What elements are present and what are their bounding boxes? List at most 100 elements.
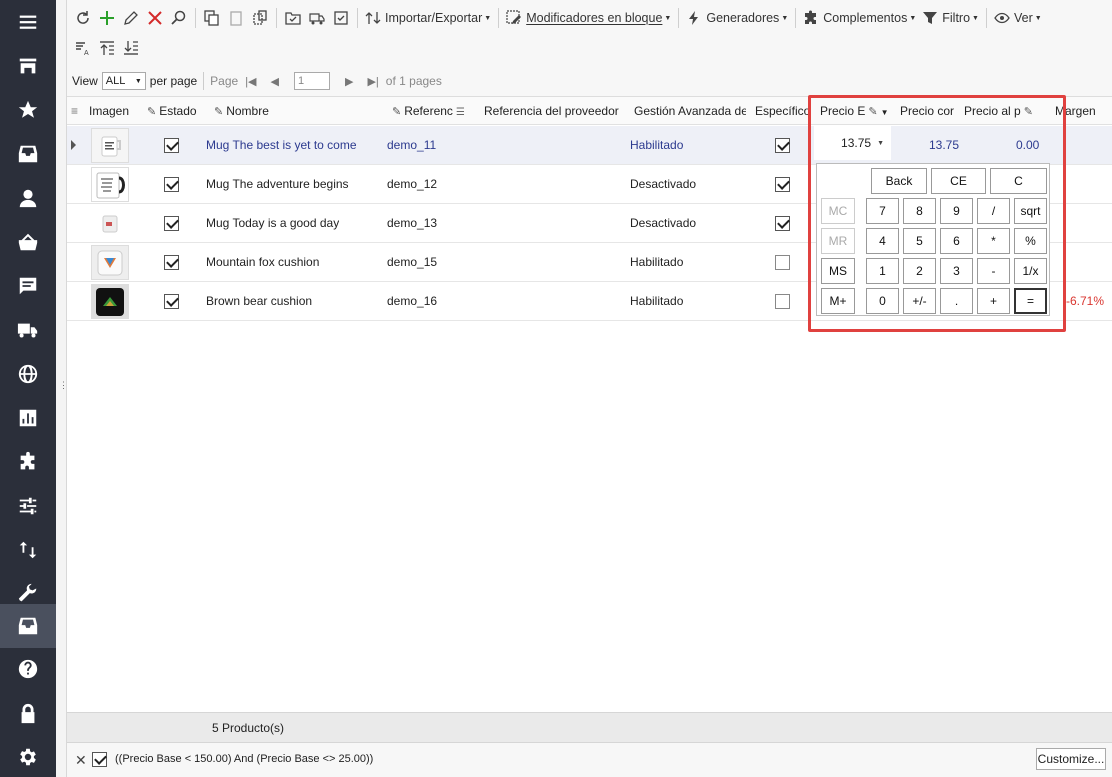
star-icon[interactable] xyxy=(0,88,56,132)
filter-enabled-checkbox[interactable] xyxy=(92,752,107,767)
chevron-down-icon[interactable]: ▼ xyxy=(877,140,884,147)
globe-icon[interactable] xyxy=(0,352,56,396)
calc-decimal-button[interactable]: . xyxy=(940,288,973,314)
calc-0-button[interactable]: 0 xyxy=(866,288,899,314)
calc-sqrt-button[interactable]: sqrt xyxy=(1014,198,1047,224)
calc-mc-button[interactable]: MC xyxy=(821,198,855,224)
customize-button[interactable]: Customize... xyxy=(1036,748,1106,770)
col-status[interactable]: ✎ Estado xyxy=(147,97,202,125)
col-margin[interactable]: Margen xyxy=(1055,97,1111,125)
specific-checkbox[interactable] xyxy=(775,177,790,192)
import-export-menu[interactable]: Importar/Exportar ▼ xyxy=(362,6,494,30)
move-down-icon[interactable] xyxy=(119,36,143,60)
calc-7-button[interactable]: 7 xyxy=(866,198,899,224)
col-cost-price[interactable]: Precio cor xyxy=(900,97,954,125)
truck-refresh-icon[interactable] xyxy=(305,6,329,30)
col-advanced[interactable]: Gestión Avanzada de xyxy=(634,97,746,125)
inbox-icon[interactable] xyxy=(0,132,56,176)
calc-8-button[interactable]: 8 xyxy=(903,198,936,224)
base-price-editor[interactable]: 13.75 ▼ xyxy=(814,126,891,160)
lock-icon[interactable] xyxy=(0,692,56,736)
filter-expression[interactable]: ((Precio Base < 150.00) And (Precio Base… xyxy=(115,753,373,765)
store-icon[interactable] xyxy=(0,44,56,88)
status-checkbox[interactable] xyxy=(164,177,179,192)
specific-checkbox[interactable] xyxy=(775,216,790,231)
calc-mplus-button[interactable]: M+ xyxy=(821,288,855,314)
col-reference[interactable]: ✎ Referenc ☰ xyxy=(392,97,476,125)
calc-divide-button[interactable]: / xyxy=(977,198,1010,224)
calc-equals-button[interactable]: = xyxy=(1014,288,1047,314)
menu-icon[interactable] xyxy=(0,0,56,44)
archive-icon[interactable] xyxy=(0,604,56,648)
calc-plus-button[interactable]: + xyxy=(977,288,1010,314)
help-icon[interactable] xyxy=(0,647,56,691)
calc-back-button[interactable]: Back xyxy=(871,168,927,194)
calc-c-button[interactable]: C xyxy=(990,168,1047,194)
swap-icon[interactable] xyxy=(0,528,56,572)
duplicate-icon[interactable] xyxy=(248,6,272,30)
checklist-icon[interactable] xyxy=(329,6,353,30)
col-unit-price[interactable]: Precio al p ✎ xyxy=(964,97,1032,125)
column-chooser-icon[interactable]: ≡ xyxy=(71,97,78,125)
table-row[interactable]: Mug The best is yet to come demo_11 Habi… xyxy=(67,126,1112,165)
sort-az-icon[interactable]: A xyxy=(71,36,95,60)
calc-9-button[interactable]: 9 xyxy=(940,198,973,224)
generators-menu[interactable]: Generadores ▼ xyxy=(683,6,791,30)
calc-ms-button[interactable]: MS xyxy=(821,258,855,284)
sliders-icon[interactable] xyxy=(0,484,56,528)
puzzle-icon[interactable] xyxy=(0,440,56,484)
status-checkbox[interactable] xyxy=(164,138,179,153)
search-icon[interactable] xyxy=(167,6,191,30)
basket-icon[interactable] xyxy=(0,220,56,264)
chat-icon[interactable] xyxy=(0,264,56,308)
last-page-icon[interactable]: ▶| xyxy=(367,75,378,88)
status-checkbox[interactable] xyxy=(164,255,179,270)
first-page-icon[interactable]: |◀ xyxy=(245,75,256,88)
col-image[interactable]: Imagen xyxy=(89,97,145,125)
calc-2-button[interactable]: 2 xyxy=(903,258,936,284)
col-name[interactable]: ✎ Nombre xyxy=(214,97,384,125)
next-page-icon[interactable]: ▶ xyxy=(345,75,353,88)
status-checkbox[interactable] xyxy=(164,294,179,309)
calc-5-button[interactable]: 5 xyxy=(903,228,936,254)
edit-icon[interactable] xyxy=(119,6,143,30)
specific-checkbox[interactable] xyxy=(775,255,790,270)
specific-checkbox[interactable] xyxy=(775,294,790,309)
specific-checkbox[interactable] xyxy=(775,138,790,153)
prev-page-icon[interactable]: ◀ xyxy=(271,75,279,88)
bulk-modifiers-menu[interactable]: Modificadores en bloque ▼ xyxy=(503,6,674,30)
calc-multiply-button[interactable]: * xyxy=(977,228,1010,254)
status-checkbox[interactable] xyxy=(164,216,179,231)
paste-icon[interactable] xyxy=(224,6,248,30)
calc-negate-button[interactable]: +/- xyxy=(903,288,936,314)
user-icon[interactable] xyxy=(0,176,56,220)
filter-menu[interactable]: Filtro ▼ xyxy=(919,6,982,30)
calc-minus-button[interactable]: - xyxy=(977,258,1010,284)
view-menu[interactable]: Ver ▼ xyxy=(991,6,1045,30)
calc-percent-button[interactable]: % xyxy=(1014,228,1047,254)
folder-check-icon[interactable] xyxy=(281,6,305,30)
addons-menu[interactable]: Complementos ▼ xyxy=(800,6,919,30)
page-input[interactable]: 1 xyxy=(294,72,330,90)
calc-4-button[interactable]: 4 xyxy=(866,228,899,254)
move-up-icon[interactable] xyxy=(95,36,119,60)
calc-ce-button[interactable]: CE xyxy=(931,168,986,194)
panel-splitter[interactable]: ⋮ xyxy=(56,0,68,777)
calc-1-button[interactable]: 1 xyxy=(866,258,899,284)
calc-mr-button[interactable]: MR xyxy=(821,228,855,254)
clear-filter-icon[interactable]: ✕ xyxy=(75,752,87,769)
per-page-select[interactable]: ALL ▼ xyxy=(101,72,146,90)
col-supplier-ref[interactable]: Referencia del proveedor xyxy=(484,97,626,125)
col-specific[interactable]: Específico xyxy=(755,97,810,125)
refresh-icon[interactable] xyxy=(71,6,95,30)
chart-icon[interactable] xyxy=(0,396,56,440)
calc-reciprocal-button[interactable]: 1/x xyxy=(1014,258,1047,284)
col-base-price[interactable]: Precio E ✎ ▼ xyxy=(820,97,892,125)
truck-icon[interactable] xyxy=(0,308,56,352)
delete-icon[interactable] xyxy=(143,6,167,30)
calc-6-button[interactable]: 6 xyxy=(940,228,973,254)
calc-3-button[interactable]: 3 xyxy=(940,258,973,284)
copy-icon[interactable] xyxy=(200,6,224,30)
add-icon[interactable] xyxy=(95,6,119,30)
gear-icon[interactable] xyxy=(0,735,56,777)
